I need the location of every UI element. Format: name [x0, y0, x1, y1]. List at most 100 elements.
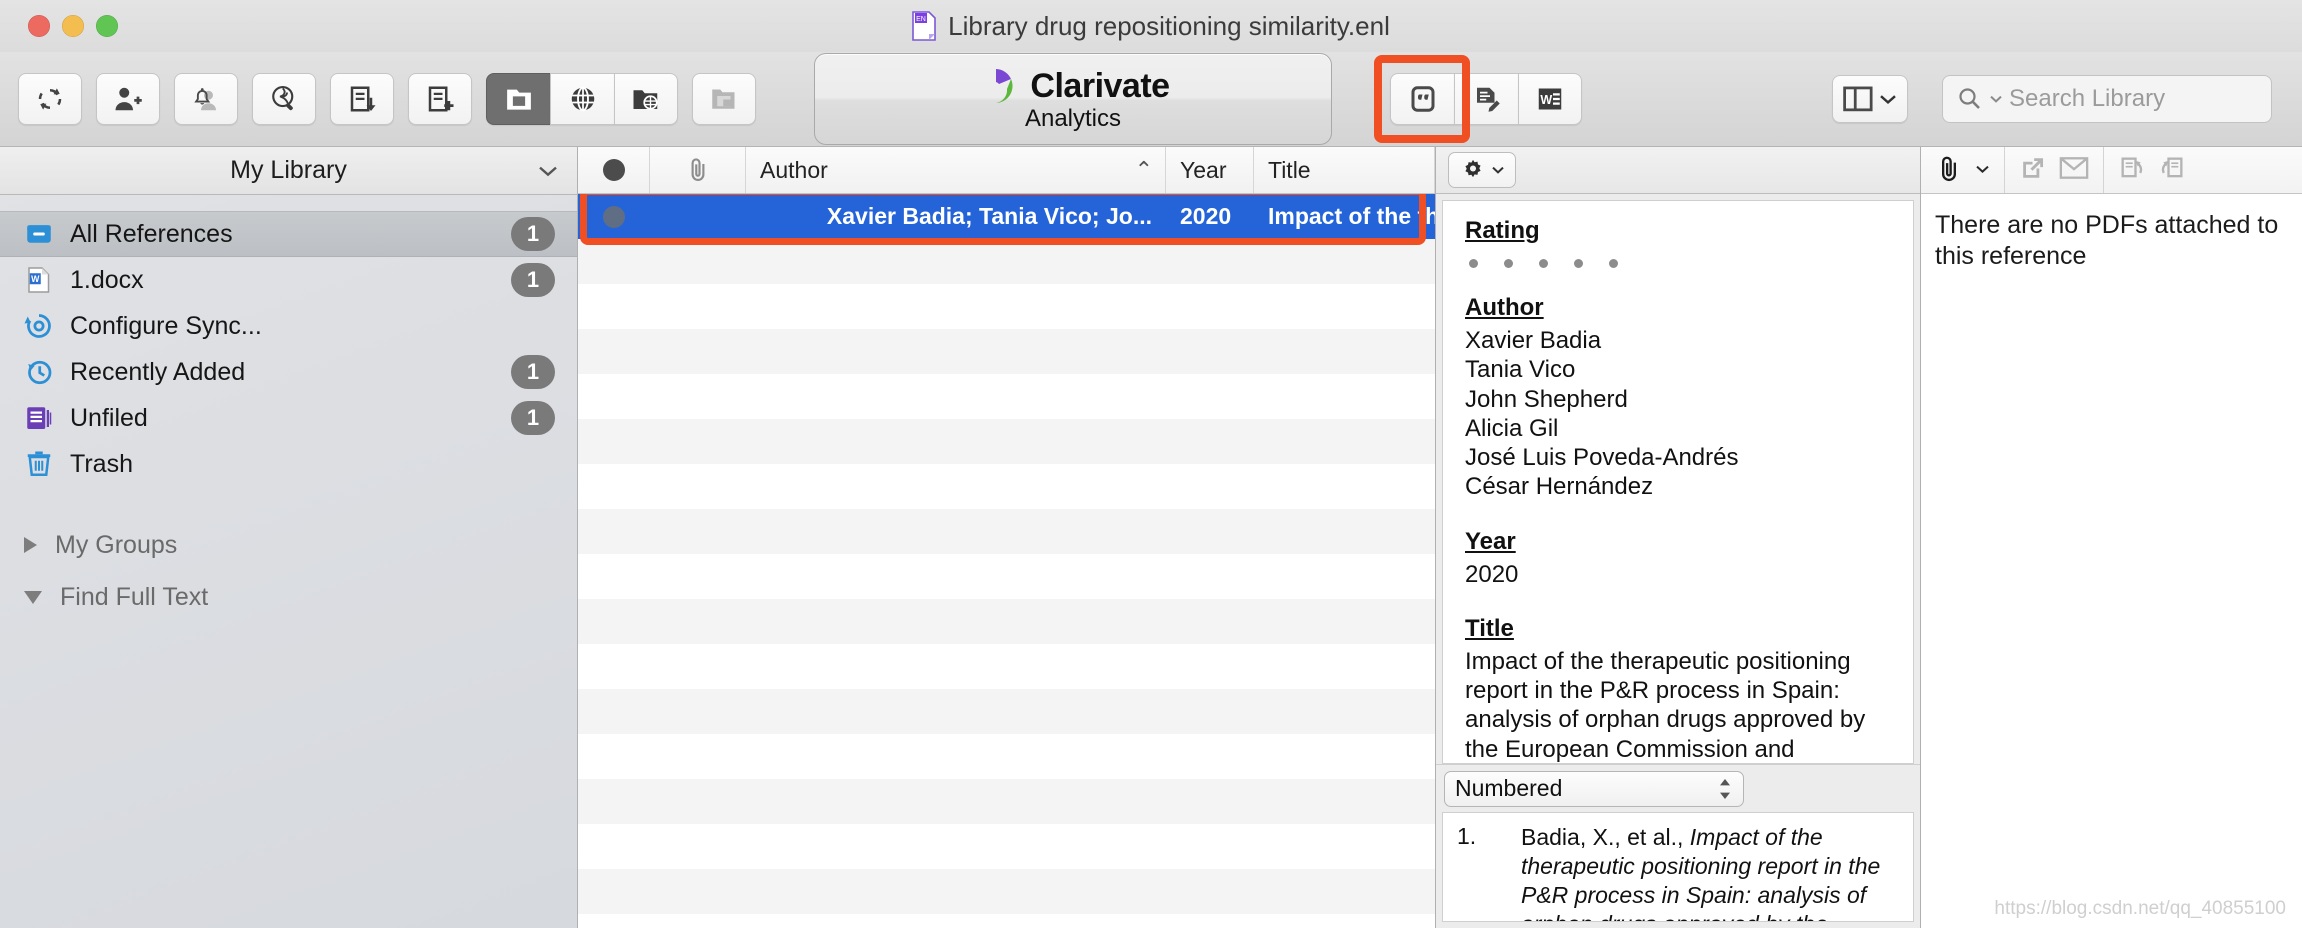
rating-dot[interactable] [1574, 259, 1583, 268]
sidebar-badge: 1 [511, 355, 555, 389]
find-full-text-button[interactable] [252, 73, 316, 125]
open-external-icon [2023, 157, 2044, 178]
import-reference-button[interactable] [330, 73, 394, 125]
row-title: Impact of the th [1268, 203, 1435, 229]
clarivate-brand-button[interactable]: Clarivate Analytics [814, 53, 1332, 145]
go-to-word-button[interactable]: W [1518, 73, 1582, 125]
detail-toolbar [1436, 147, 1920, 194]
triangle-right-icon[interactable] [24, 537, 37, 553]
detail-options-button[interactable] [1448, 152, 1516, 188]
rating-stars[interactable] [1465, 249, 1891, 268]
table-row-empty[interactable] [578, 464, 1435, 509]
attachment-chevron[interactable] [1975, 161, 1990, 179]
table-row-empty[interactable] [578, 824, 1435, 869]
edit-citation-button[interactable] [1454, 73, 1518, 125]
svg-text:EN: EN [916, 16, 926, 23]
layout-toggle-button[interactable] [1832, 75, 1908, 123]
clarivate-name: Clarivate [1030, 66, 1170, 105]
table-row-empty[interactable] [578, 734, 1435, 779]
share-library-button[interactable] [96, 73, 160, 125]
citation-style-value: Numbered [1455, 775, 1563, 801]
table-row-empty[interactable] [578, 644, 1435, 689]
navigation-group [2104, 147, 2200, 193]
author-name: John Shepherd [1465, 385, 1628, 413]
row-year: 2020 [1180, 203, 1232, 229]
table-row-empty[interactable] [578, 599, 1435, 644]
sidebar-item-1-docx[interactable]: W 1.docx 1 [0, 257, 577, 303]
minimize-button[interactable] [62, 15, 84, 37]
rating-dot[interactable] [1504, 259, 1513, 268]
table-row-empty[interactable] [578, 329, 1435, 374]
table-row[interactable]: Xavier Badia; Tania Vico; Jo... 2020 Imp… [578, 194, 1435, 239]
email-attachment-button[interactable] [2059, 156, 2089, 185]
close-button[interactable] [28, 15, 50, 37]
online-search-button[interactable] [550, 73, 614, 125]
citation-style-bar: Numbered [1436, 764, 1920, 812]
sync-icon [38, 88, 62, 110]
author-name: Xavier Badia [1465, 327, 1602, 354]
new-reference-button[interactable] [408, 73, 472, 125]
library-selector[interactable]: My Library [0, 147, 577, 195]
clock-back-icon [24, 357, 54, 387]
citation-style-select[interactable]: Numbered [1444, 770, 1744, 807]
attachment-button[interactable] [1935, 154, 1963, 187]
sidebar-item-trash[interactable]: Trash [0, 441, 577, 487]
rating-dot[interactable] [1609, 259, 1618, 268]
sidebar-section-find-full-text[interactable]: Find Full Text [0, 571, 577, 623]
clarivate-mark-icon [979, 69, 1013, 103]
insert-citation-button[interactable] [1390, 73, 1454, 125]
column-header-author[interactable]: Author ⌃ [746, 147, 1166, 193]
citation-preview: 1. Badia, X., et al., Impact of the ther… [1442, 812, 1914, 922]
pdf-panel: There are no PDFs attached to this refer… [1920, 147, 2302, 928]
table-row-empty[interactable] [578, 419, 1435, 464]
zoom-button[interactable] [96, 15, 118, 37]
search-chevron-down-icon [1990, 95, 2002, 103]
citation-text: Badia, X., et al., Impact of the therape… [1521, 823, 1899, 921]
archive-box-icon [24, 219, 54, 249]
column-header-read[interactable] [578, 147, 650, 193]
table-row-empty[interactable] [578, 779, 1435, 824]
open-external-button[interactable] [2019, 154, 2047, 187]
sidebar-item-configure-sync[interactable]: Configure Sync... [0, 303, 577, 349]
table-row-empty[interactable] [578, 554, 1435, 599]
sidebar-section-my-groups[interactable]: My Groups [0, 519, 577, 571]
local-library-button[interactable] [486, 73, 550, 125]
next-reference-button[interactable] [2158, 154, 2186, 187]
rating-dot[interactable] [1469, 259, 1478, 268]
table-row-empty[interactable] [578, 914, 1435, 928]
row-read-indicator[interactable] [578, 205, 650, 228]
table-row-empty[interactable] [578, 689, 1435, 734]
column-header-title[interactable]: Title [1254, 147, 1435, 193]
cite-segmented-control: W [1390, 73, 1582, 125]
table-row-empty[interactable] [578, 239, 1435, 284]
gear-icon [1464, 159, 1481, 178]
table-row-empty[interactable] [578, 284, 1435, 329]
reference-detail-panel: Rating Author Xavier Badia Tania Vico Jo… [1435, 147, 1920, 928]
column-header-year[interactable]: Year [1166, 147, 1254, 193]
sidebar-item-unfiled[interactable]: Unfiled 1 [0, 395, 577, 441]
table-row-empty[interactable] [578, 869, 1435, 914]
rating-dot[interactable] [1539, 259, 1548, 268]
search-library-field[interactable]: Search Library [1942, 75, 2272, 123]
previous-reference-button[interactable] [2118, 154, 2146, 187]
column-header-attachment[interactable] [650, 147, 746, 193]
table-row-empty[interactable] [578, 374, 1435, 419]
activity-feed-button[interactable] [174, 73, 238, 125]
integrated-search-button[interactable] [614, 73, 678, 125]
sync-button[interactable] [18, 73, 82, 125]
column-header-label: Year [1180, 156, 1227, 183]
search-placeholder: Search Library [2009, 85, 2166, 112]
sidebar-label: 1.docx [70, 265, 144, 294]
group-panel-button[interactable] [692, 73, 756, 125]
table-row-empty[interactable] [578, 509, 1435, 554]
envelope-icon [2059, 156, 2089, 179]
sidebar-item-recently-added[interactable]: Recently Added 1 [0, 349, 577, 395]
library-selector-label: My Library [230, 156, 347, 184]
sidebar-divider-gap [0, 487, 577, 519]
sidebar-item-all-references[interactable]: All References 1 [0, 211, 577, 257]
triangle-down-icon[interactable] [24, 590, 42, 604]
author-name: César Hernández [1465, 473, 1654, 501]
stepper-icon[interactable] [1717, 776, 1733, 802]
window-title: Library drug repositioning similarity.en… [948, 10, 1390, 41]
pdf-toolbar [1921, 147, 2302, 194]
